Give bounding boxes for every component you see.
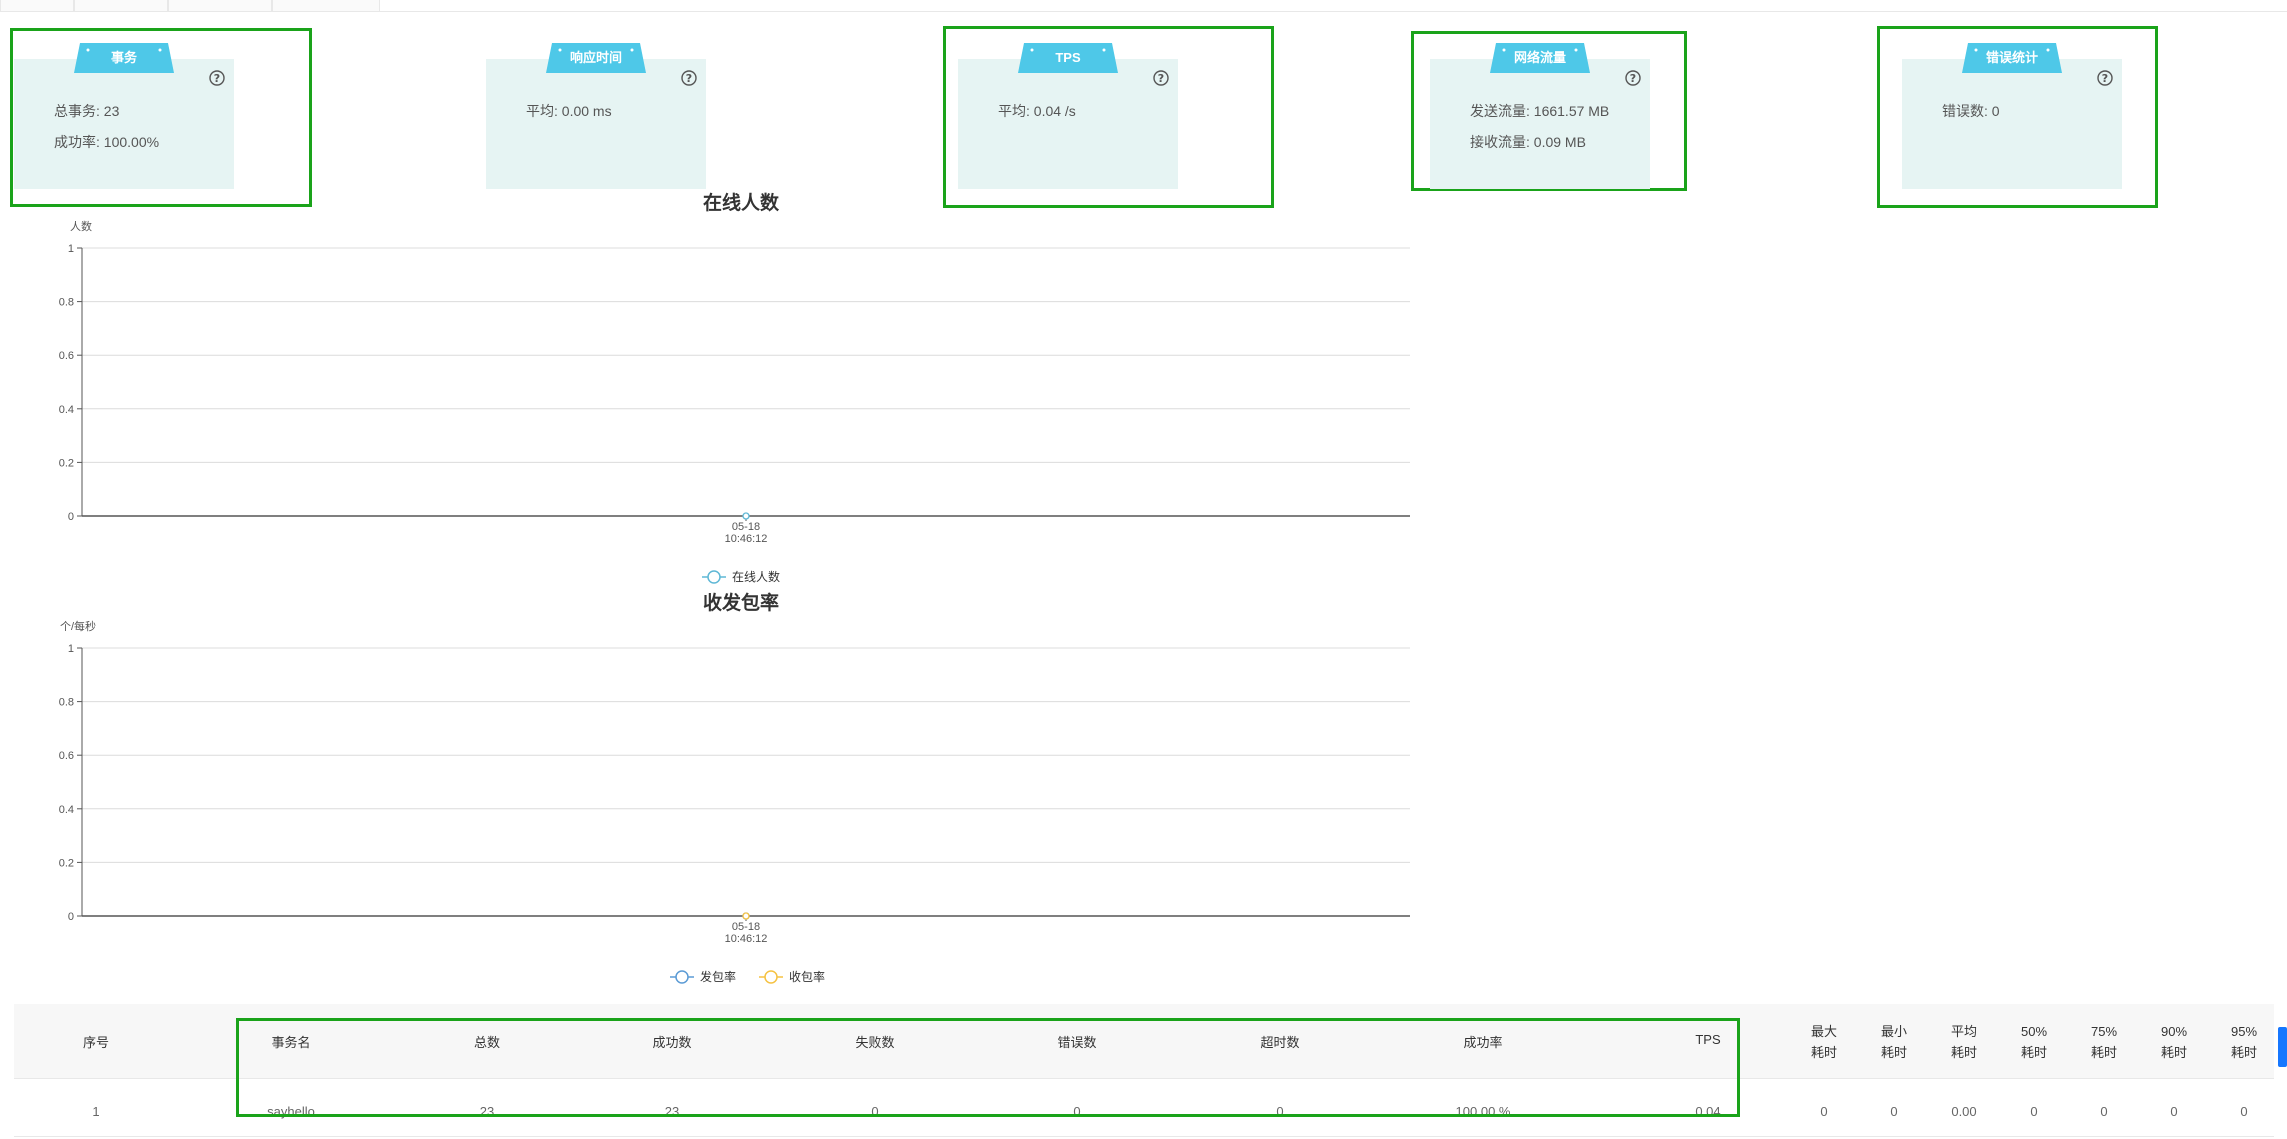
y-axis-label: 个/每秒 (60, 619, 96, 633)
packet-rate-chart: 个/每秒 0 0.2 0.4 0.6 0.8 1 05-1810:46:12 发包率 收包率 (59, 619, 1410, 984)
card-stat-line: 接收流量: 0.09 MB (1470, 134, 1586, 150)
card-stat-line: 平均: 0.00 ms (526, 103, 612, 119)
column-header-line: 50% (2020, 1024, 2048, 1039)
tab-3[interactable] (168, 0, 272, 12)
card-title: TPS (1055, 50, 1081, 65)
svg-text:?: ? (686, 72, 692, 85)
y-tick-label: 0.4 (59, 404, 74, 416)
x-tick-label: 10:46:12 (725, 533, 768, 545)
highlight-frame-table (236, 1018, 1740, 1117)
column-header-line: 耗时 (2090, 1045, 2117, 1060)
card-badge: TPS (1018, 43, 1118, 73)
y-tick-label: 0 (68, 511, 74, 523)
y-tick-label: 1 (68, 243, 74, 255)
column-header-line: 最大 (1810, 1024, 1837, 1039)
card-title: 响应时间 (569, 50, 622, 65)
svg-text:?: ? (2102, 72, 2108, 85)
metric-card-transactions: 事务? 总事务: 23 成功率: 100.00% (14, 43, 234, 189)
svg-text:收包率: 收包率 (789, 969, 825, 984)
column-header[interactable]: 平均 耗时 (1924, 1021, 2004, 1063)
svg-text:在线人数: 在线人数 (732, 569, 780, 584)
y-tick-label: 0.8 (59, 697, 74, 709)
card-title: 错误统计 (1985, 50, 2038, 65)
column-header-line: 耗时 (2020, 1045, 2047, 1060)
card-title: 事务 (110, 50, 137, 65)
card-stat-line: 总事务: 23 (54, 103, 120, 119)
y-tick-label: 0.2 (59, 857, 74, 869)
y-tick-label: 1 (68, 643, 74, 655)
column-header-line: 95% (2230, 1024, 2258, 1039)
question-circle-icon[interactable]: ? (680, 69, 698, 87)
svg-text:?: ? (214, 72, 220, 85)
question-circle-icon[interactable]: ? (1624, 69, 1642, 87)
column-header[interactable]: 75% 耗时 (2064, 1021, 2144, 1063)
metric-card-response-time: 响应时间? 平均: 0.00 ms (486, 43, 706, 189)
column-header[interactable]: 最小 耗时 (1854, 1021, 1934, 1063)
card-badge: 网络流量 (1490, 43, 1590, 73)
question-circle-icon[interactable]: ? (1152, 69, 1170, 87)
table-cell: 0 (2240, 1104, 2248, 1119)
tab-4[interactable] (272, 0, 380, 12)
metric-card-error-stats: 错误统计? 错误数: 0 (1902, 43, 2122, 189)
column-header[interactable]: 90% 耗时 (2134, 1021, 2214, 1063)
column-header-line: 最小 (1880, 1024, 1907, 1039)
card-stat-line: 平均: 0.04 /s (998, 103, 1076, 119)
table-cell: 1 (92, 1104, 100, 1119)
data-point (742, 512, 750, 520)
svg-text:发包率: 发包率 (700, 969, 736, 984)
question-circle-icon[interactable]: ? (2096, 69, 2114, 87)
card-stat-line: 成功率: 100.00% (54, 134, 160, 150)
x-tick-label: 05-18 (732, 521, 760, 533)
column-header-line: 耗时 (2160, 1045, 2187, 1060)
x-tick-label: 10:46:12 (725, 933, 768, 945)
y-tick-label: 0.4 (59, 804, 74, 816)
legend-item[interactable]: 发包率 (670, 969, 736, 984)
column-header[interactable]: 最大 耗时 (1784, 1021, 1864, 1063)
y-tick-label: 0.6 (59, 750, 74, 762)
legend-item[interactable]: 在线人数 (702, 569, 780, 584)
y-tick-label: 0.6 (59, 350, 74, 362)
column-header[interactable]: 50% 耗时 (1994, 1021, 2074, 1063)
column-header-line: 90% (2160, 1024, 2188, 1039)
column-header-line: 耗时 (1810, 1045, 1837, 1060)
card-title: 网络流量 (1513, 50, 1566, 65)
column-header[interactable]: 95% 耗时 (2204, 1021, 2284, 1063)
column-header-line: 耗时 (2230, 1045, 2257, 1060)
svg-text:?: ? (1158, 72, 1164, 85)
data-point (742, 912, 750, 920)
card-stat-line: 错误数: 0 (1942, 103, 2000, 119)
tab-2[interactable] (74, 0, 168, 12)
scroll-handle[interactable] (2278, 1027, 2287, 1067)
column-header-line: 75% (2090, 1024, 2118, 1039)
x-tick-label: 05-18 (732, 921, 760, 933)
metric-card-tps: TPS? 平均: 0.04 /s (958, 43, 1178, 189)
tab-strip (0, 0, 2287, 12)
column-header-line: 耗时 (1880, 1045, 1907, 1060)
card-badge: 事务 (74, 43, 174, 73)
column-header-line: 平均 (1950, 1024, 1977, 1039)
card-badge: 响应时间 (546, 43, 646, 73)
y-axis-label: 人数 (70, 220, 92, 233)
column-header-line: 耗时 (1950, 1045, 1977, 1060)
metric-card-network-traffic: 网络流量? 发送流量: 1661.57 MB 接收流量: 0.09 MB (1430, 43, 1650, 189)
legend-item[interactable]: 收包率 (759, 969, 825, 984)
question-circle-icon[interactable]: ? (208, 69, 226, 87)
tab-1[interactable] (0, 0, 74, 12)
online-users-chart: 人数 0 0.2 0.4 0.6 0.8 1 05-1810:46:12 在线人数 (59, 220, 1410, 584)
y-tick-label: 0 (68, 911, 74, 923)
y-tick-label: 0.8 (59, 297, 74, 309)
y-tick-label: 0.2 (59, 457, 74, 469)
svg-text:?: ? (1630, 72, 1636, 85)
card-badge: 错误统计 (1962, 43, 2062, 73)
column-header[interactable]: 序号 (56, 1032, 136, 1051)
card-stat-line: 发送流量: 1661.57 MB (1470, 103, 1610, 119)
